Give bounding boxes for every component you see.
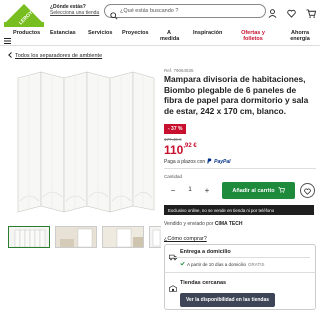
current-price: 110,92 € <box>164 143 197 157</box>
nav-estancias[interactable]: Estancias <box>50 30 76 36</box>
breadcrumb-link[interactable]: Todos los separadores de ambiente <box>15 53 102 59</box>
breadcrumb[interactable]: Todos los separadores de ambiente <box>8 52 102 60</box>
select-store-link[interactable]: Selecciona una tienda <box>50 10 99 16</box>
divider <box>170 257 310 258</box>
thumbnail[interactable] <box>55 226 97 248</box>
discount-badge: - 37 % <box>164 124 187 134</box>
thumbnail[interactable] <box>8 226 50 248</box>
quantity-stepper[interactable]: − 1 + <box>164 182 216 198</box>
heart-icon[interactable] <box>287 5 296 23</box>
thumbnail[interactable] <box>149 226 161 248</box>
store-icon <box>169 279 177 297</box>
delivery-estimate: A partir de 10 días a domicilio GRATIS <box>180 261 264 267</box>
quantity-decrease-button[interactable]: − <box>168 186 178 195</box>
price-decimal: ,92 € <box>183 143 197 149</box>
product-title: Mampara divisoria de habitaciones, Biomb… <box>164 74 309 116</box>
quantity-increase-button[interactable]: + <box>202 186 212 195</box>
user-icon[interactable] <box>268 5 277 23</box>
home-delivery-title: Entrega a domicilio <box>180 249 231 255</box>
old-price: 177,40 € <box>164 137 182 142</box>
product-main-image[interactable] <box>8 66 158 246</box>
menu-icon[interactable] <box>4 31 11 49</box>
check-store-availability-button[interactable]: Ver la disponibilidad en las tiendas <box>180 293 275 307</box>
paypal-brand: PayPal <box>214 159 231 165</box>
nav-ahorra-energia[interactable]: Ahorra energía <box>288 30 312 42</box>
paypal-text: Paga a plazos con <box>164 159 206 165</box>
seller-name[interactable]: CIMA TECH <box>215 221 243 227</box>
search-input[interactable]: ¿Qué estás buscando ? <box>120 8 178 14</box>
add-to-cart-button[interactable]: Añadir al carrito <box>222 182 295 199</box>
online-exclusive-notice: Exclusivo online, no se vende en tienda … <box>164 205 314 215</box>
nav-servicios[interactable]: Servicios <box>88 30 112 36</box>
nav-a-medida[interactable]: A medida <box>160 30 179 42</box>
main-nav: Productos Estancias Servicios Proyectos … <box>0 24 320 46</box>
paypal-installments[interactable]: Paga a plazos con PayPal <box>164 158 231 166</box>
thumbnail-strip <box>8 226 161 248</box>
price-integer: 110 <box>164 143 184 157</box>
nearby-stores-title: Tiendas cercanas <box>180 280 227 286</box>
cart-icon <box>278 186 285 195</box>
nav-ofertas[interactable]: Ofertas y folletos <box>238 30 268 42</box>
how-to-buy-link[interactable]: ¿Cómo comprar? <box>164 236 207 242</box>
sold-by-label: Vendido y enviado por <box>164 221 214 227</box>
heart-icon <box>304 182 311 200</box>
thumbnail[interactable] <box>102 226 144 248</box>
nav-productos[interactable]: Productos <box>13 30 40 36</box>
nav-inspiracion[interactable]: Inspiración <box>193 30 222 36</box>
delivery-price: GRATIS <box>248 261 265 267</box>
paypal-logo-icon <box>207 158 212 166</box>
divider <box>164 272 316 273</box>
search-bar[interactable]: ¿Qué estás buscando ? <box>104 4 266 20</box>
search-icon <box>110 7 118 25</box>
cart-icon[interactable] <box>306 5 317 23</box>
product-ref: Ref. 79064535 <box>164 68 194 73</box>
divider <box>164 168 316 169</box>
check-icon <box>180 261 185 267</box>
store-selector[interactable]: ¿Dónde estás? Selecciona una tienda <box>50 4 99 16</box>
chevron-left-icon <box>8 52 12 60</box>
delivery-time: A partir de 10 días a domicilio <box>187 261 247 267</box>
quantity-value[interactable]: 1 <box>188 187 191 193</box>
nav-proyectos[interactable]: Proyectos <box>122 30 149 36</box>
sold-by: Vendido y enviado por CIMA TECH <box>164 221 242 227</box>
add-to-favorites-button[interactable] <box>300 183 315 198</box>
quantity-label: Cantidad <box>164 174 183 179</box>
add-to-cart-label: Añadir al carrito <box>232 187 275 194</box>
